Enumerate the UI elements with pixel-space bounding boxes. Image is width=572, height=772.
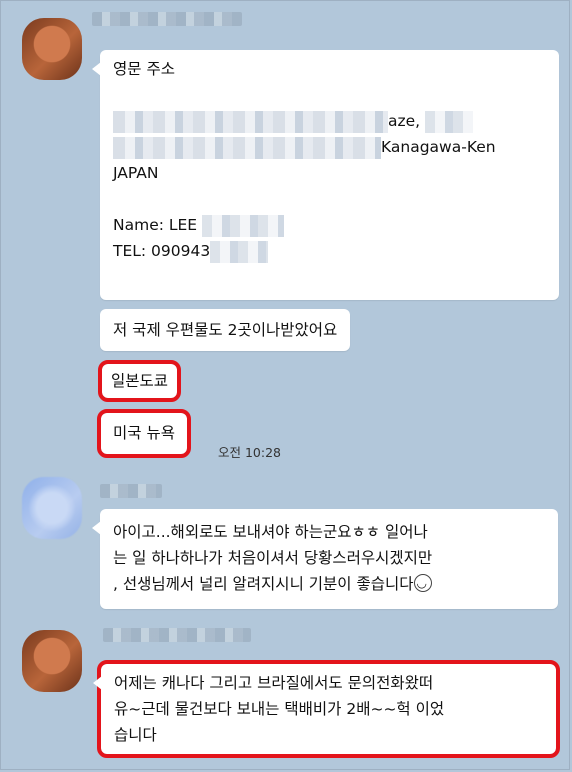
avatar[interactable] [22,630,82,692]
message-line: Kanagawa-Ken [113,134,546,160]
redacted-text [113,136,381,159]
message-line: JAPAN [113,164,159,182]
redacted-text [210,240,269,263]
message-text: 미국 뉴욕 [113,424,175,442]
message-line: 습니다 [114,726,157,744]
smile-emoji-icon [413,570,432,596]
redacted-text [113,110,388,133]
message-line: aze, [113,108,546,134]
message-line: 영문 주소 [113,60,175,78]
avatar[interactable] [22,18,82,80]
message-line: TEL: 090943 [113,238,546,264]
avatar[interactable] [22,477,82,539]
redacted-text [425,110,474,133]
sender-name [103,628,251,642]
message-line: 어제는 캐나다 그리고 브라질에서도 문의전화왔떠 [114,674,434,692]
message-bubble-highlighted[interactable]: 일본도쿄 [97,360,182,402]
message-bubble-highlighted[interactable]: 어제는 캐나다 그리고 브라질에서도 문의전화왔떠 유~근데 물건보다 보내는 … [93,660,560,758]
message-bubble[interactable]: 아이고...해외로도 보내셔야 하는군요ㅎㅎ 일어나 는 일 하나하나가 처음이… [92,509,558,609]
sender-name [100,484,162,498]
message-line: 는 일 하나하나가 처음이셔서 당황스러우시겠지만 [113,549,433,567]
message-line: 유~근데 물건보다 보내는 택배비가 2배~~헉 이었 [114,700,445,718]
sender-name [92,12,242,26]
message-bubble[interactable]: 저 국제 우편물도 2곳이나받았어요 [100,309,351,351]
message-bubble-address[interactable]: 영문 주소 aze, Kanagawa-Ken JAPAN Name: LEE … [92,50,559,300]
message-line: , 선생님께서 널리 알려지시니 기분이 좋습니다 [113,570,545,597]
message-timestamp: 오전 10:28 [218,445,281,460]
message-bubble-highlighted[interactable]: 미국 뉴욕 [97,409,191,458]
message-text: 일본도쿄 [111,372,169,390]
message-text: 저 국제 우편물도 2곳이나받았어요 [113,321,338,339]
redacted-text [202,214,285,237]
message-line: 아이고...해외로도 보내셔야 하는군요ㅎㅎ 일어나 [113,523,428,541]
message-line: Name: LEE [113,212,546,238]
